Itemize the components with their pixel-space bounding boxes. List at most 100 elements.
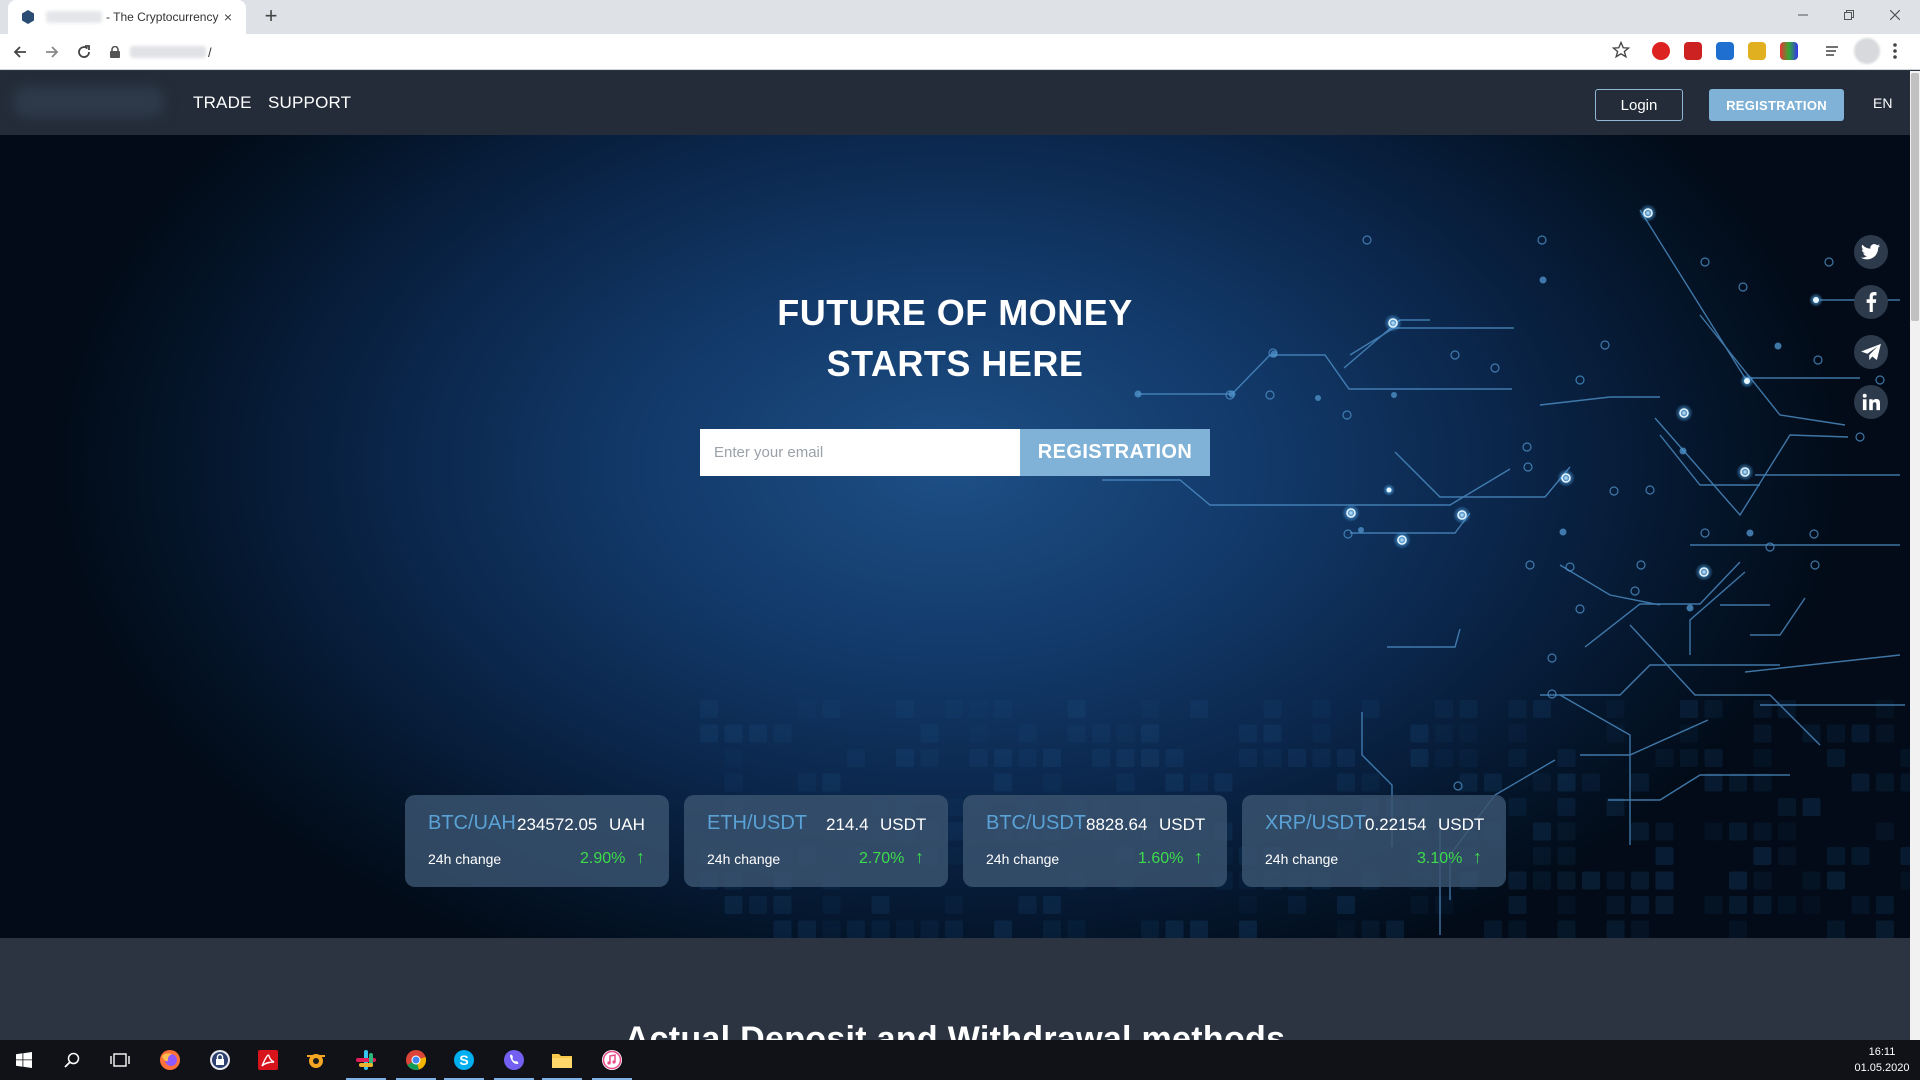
background-square <box>896 749 914 767</box>
ticker-change-label: 24h change <box>428 851 502 867</box>
background-square <box>1312 724 1331 743</box>
circuit-background <box>700 204 1910 938</box>
ticker-pair: XRP/USDT <box>1265 812 1367 834</box>
restore-button[interactable] <box>1826 0 1872 30</box>
hero-registration-button[interactable]: REGISTRATION <box>1020 429 1210 476</box>
background-square <box>1459 724 1478 743</box>
background-square <box>1729 920 1747 938</box>
taskbar-keepass[interactable] <box>196 1040 244 1080</box>
background-square <box>1778 798 1796 816</box>
login-button[interactable]: Login <box>1595 89 1683 121</box>
background-square <box>994 700 1012 718</box>
nav-support[interactable]: SUPPORT <box>268 93 351 113</box>
address-bar[interactable]: / <box>110 39 1630 65</box>
browser-tab[interactable]: - The Cryptocurrency × <box>8 0 246 34</box>
taskbar-file-explorer[interactable] <box>538 1040 586 1080</box>
background-square <box>1018 749 1037 767</box>
extension-id-icon[interactable] <box>1716 42 1734 60</box>
tab-close-button[interactable]: × <box>220 9 236 25</box>
background-square <box>1361 920 1380 938</box>
ticker-card-btc-usdt[interactable]: BTC/USDT 8828.64 USDT 24h change 1.60% ↑ <box>963 795 1227 887</box>
background-square <box>1582 871 1600 890</box>
taskbar-slack[interactable] <box>342 1040 390 1080</box>
email-input[interactable] <box>700 429 1020 476</box>
system-clock[interactable]: 16:11 01.05.2020 <box>1850 1044 1914 1076</box>
task-view-button[interactable] <box>96 1040 144 1080</box>
acrobat-icon <box>258 1050 278 1070</box>
extension-pencil-icon[interactable] <box>1748 42 1766 60</box>
twitter-button[interactable] <box>1854 235 1888 269</box>
background-square <box>724 724 743 743</box>
background-square <box>1190 700 1208 718</box>
background-square <box>1900 749 1910 767</box>
ticker-change: 2.90% <box>580 850 626 867</box>
telegram-button[interactable] <box>1854 335 1888 369</box>
facebook-button[interactable] <box>1854 285 1888 319</box>
background-square <box>1116 749 1135 767</box>
taskbar-acrobat[interactable] <box>244 1040 292 1080</box>
background-square <box>1704 773 1723 792</box>
minimize-button[interactable] <box>1780 0 1826 30</box>
ticker-card-eth-usdt[interactable]: ETH/USDT 214.4 USDT 24h change 2.70% ↑ <box>684 795 948 887</box>
back-button[interactable] <box>8 40 32 64</box>
background-square <box>1508 724 1527 743</box>
deposit-methods-section: Actual Deposit and Withdrawal methods <box>0 938 1910 1041</box>
language-selector[interactable]: EN <box>1873 95 1892 111</box>
hero-title-line-1: FUTURE OF MONEY <box>777 292 1133 333</box>
background-square <box>773 920 792 938</box>
taskbar-skype[interactable]: S <box>440 1040 488 1080</box>
background-square <box>1165 920 1184 938</box>
background-square <box>822 920 841 938</box>
background-square <box>1655 871 1674 890</box>
background-square <box>798 700 816 718</box>
taskbar-viber[interactable] <box>490 1040 538 1080</box>
up-arrow-icon: ↑ <box>636 847 645 867</box>
background-square <box>1753 749 1772 767</box>
extension-video-icon[interactable] <box>1684 42 1702 60</box>
new-tab-button[interactable]: + <box>258 4 284 30</box>
forward-button[interactable] <box>40 40 64 64</box>
background-square <box>1704 822 1723 841</box>
browser-menu-icon[interactable] <box>1892 42 1898 60</box>
taskbar-chrome[interactable] <box>392 1040 440 1080</box>
taskbar-firefox[interactable] <box>146 1040 194 1080</box>
background-square <box>798 920 816 938</box>
ticker-card-xrp-usdt[interactable]: XRP/USDT 0.22154 USDT 24h change 3.10% ↑ <box>1242 795 1506 887</box>
extension-adblock-icon[interactable] <box>1652 42 1670 60</box>
profile-avatar[interactable] <box>1854 38 1880 64</box>
background-square <box>700 700 718 718</box>
scrollbar-thumb[interactable] <box>1911 73 1919 321</box>
background-square <box>1655 749 1674 767</box>
start-button[interactable] <box>0 1040 48 1080</box>
background-square <box>1582 773 1600 792</box>
minimize-icon <box>1798 14 1808 16</box>
ticker-card-btc-uah[interactable]: BTC/UAH 234572.05 UAH 24h change 2.90% ↑ <box>405 795 669 887</box>
search-button[interactable] <box>48 1040 96 1080</box>
background-square <box>822 773 841 792</box>
site-logo[interactable] <box>14 87 164 117</box>
header-registration-button[interactable]: REGISTRATION <box>1709 89 1844 121</box>
background-square <box>1753 724 1772 743</box>
background-square <box>896 700 914 718</box>
background-square <box>1778 700 1796 718</box>
background-square <box>1459 749 1478 767</box>
bookmark-star-icon[interactable] <box>1612 41 1630 59</box>
background-square <box>1778 896 1796 914</box>
taskbar-paint[interactable] <box>292 1040 340 1080</box>
reading-list-icon[interactable] <box>1824 42 1842 60</box>
nav-trade[interactable]: TRADE <box>193 93 252 113</box>
arrow-right-icon <box>46 46 59 58</box>
reload-button[interactable] <box>72 40 96 64</box>
background-square <box>969 749 988 767</box>
background-square <box>1876 822 1894 841</box>
linkedin-button[interactable] <box>1854 385 1888 419</box>
taskbar-itunes[interactable] <box>588 1040 636 1080</box>
ticker-unit: UAH <box>609 815 645 834</box>
ticker-pair: ETH/USDT <box>707 812 807 834</box>
background-square <box>920 920 939 938</box>
extension-color-icon[interactable] <box>1780 42 1798 60</box>
background-square <box>1557 749 1576 767</box>
close-window-button[interactable] <box>1872 0 1918 30</box>
background-square <box>945 896 963 914</box>
background-square <box>1116 724 1135 743</box>
